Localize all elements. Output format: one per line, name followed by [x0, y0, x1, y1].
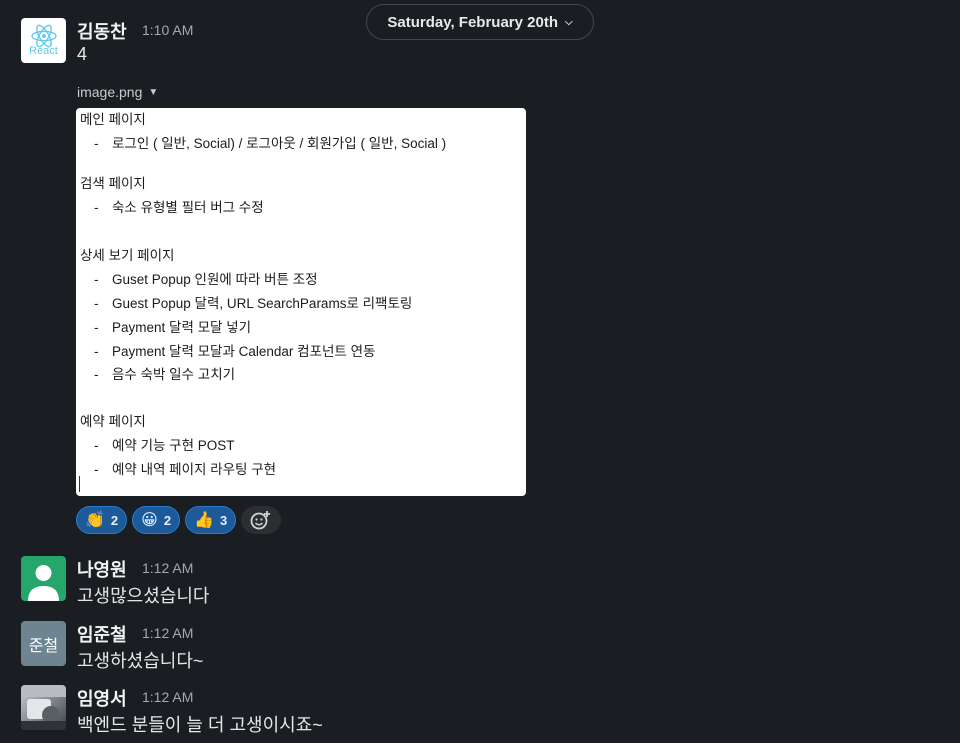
text-cursor [79, 476, 80, 492]
author-name[interactable]: 임준철 [77, 621, 127, 647]
image-attachment[interactable]: 메인 페이지 - 로그인 ( 일반, Social) / 로그아웃 / 회원가입 … [76, 108, 526, 496]
avatar[interactable] [21, 556, 66, 601]
thumbsup-emoji-icon: 👍 [194, 512, 214, 529]
timestamp[interactable]: 1:10 AM [142, 22, 193, 38]
avatar[interactable]: 준철 [21, 621, 66, 666]
date-divider-label: Saturday, February 20th [387, 13, 559, 31]
author-name[interactable]: 임영서 [77, 685, 127, 711]
doc-heading: 예약 페이지 [80, 414, 146, 429]
grin-emoji-icon: 😀 [141, 512, 158, 529]
reaction-count: 3 [220, 512, 228, 528]
doc-bullet: - Payment 달력 모달과 Calendar 컴포넌트 연동 [94, 344, 376, 359]
profile-photo-icon [21, 685, 66, 730]
reaction-clap[interactable]: 👏 2 [76, 506, 128, 534]
message-text: 4 [77, 44, 88, 64]
attachment-toggle[interactable]: image.png ▼ [77, 84, 158, 100]
doc-bullet: - Payment 달력 모달 넣기 [94, 320, 252, 335]
avatar[interactable] [21, 685, 66, 730]
reactions-bar: 👏 2 😀 2 👍 3 [76, 506, 282, 534]
doc-bullet: - Guest Popup 달력, URL SearchParams로 리팩토링 [94, 296, 413, 311]
date-divider-button[interactable]: Saturday, February 20th ⌵ [366, 4, 594, 40]
doc-bullet: - 예약 기능 구현 POST [94, 438, 235, 453]
timestamp[interactable]: 1:12 AM [142, 625, 193, 641]
message-text: 고생하셨습니다~ [77, 651, 204, 671]
doc-heading: 메인 페이지 [80, 112, 146, 127]
avatar-label: React [29, 45, 58, 57]
avatar[interactable]: React [21, 18, 66, 63]
message-text: 백엔드 분들이 늘 더 고생이시죠~ [77, 715, 323, 735]
caret-down-icon: ▼ [148, 86, 159, 98]
timestamp[interactable]: 1:12 AM [142, 689, 193, 705]
reaction-grin[interactable]: 😀 2 [132, 506, 181, 534]
doc-bullet: - 음수 숙박 일수 고치기 [94, 367, 236, 382]
doc-bullet: - 숙소 유형별 필터 버그 수정 [94, 200, 264, 215]
doc-bullet: - 예약 내역 페이지 라우팅 구현 [94, 462, 277, 477]
attachment-filename: image.png [77, 84, 143, 100]
message-feed: Saturday, February 20th ⌵ React 김동찬 1:10… [0, 0, 960, 743]
chevron-down-icon: ⌵ [565, 16, 573, 28]
doc-heading: 상세 보기 페이지 [80, 248, 175, 263]
doc-heading: 검색 페이지 [80, 176, 146, 191]
reaction-count: 2 [163, 512, 172, 528]
default-user-icon [28, 565, 59, 601]
message-text: 고생많으셨습니다 [77, 586, 210, 606]
author-name[interactable]: 나영원 [77, 556, 127, 582]
timestamp[interactable]: 1:12 AM [142, 560, 193, 576]
doc-bullet: - Guset Popup 인원에 따라 버튼 조정 [94, 272, 318, 287]
doc-bullet: - 로그인 ( 일반, Social) / 로그아웃 / 회원가입 ( 일반, S… [94, 136, 447, 151]
reaction-thumbsup[interactable]: 👍 3 [185, 506, 237, 534]
clap-emoji-icon: 👏 [85, 512, 105, 529]
reaction-count: 2 [110, 512, 119, 528]
author-name[interactable]: 김동찬 [77, 18, 127, 44]
add-reaction-button[interactable] [241, 506, 282, 534]
avatar-initials: 준철 [28, 637, 59, 655]
add-emoji-icon [250, 511, 271, 530]
